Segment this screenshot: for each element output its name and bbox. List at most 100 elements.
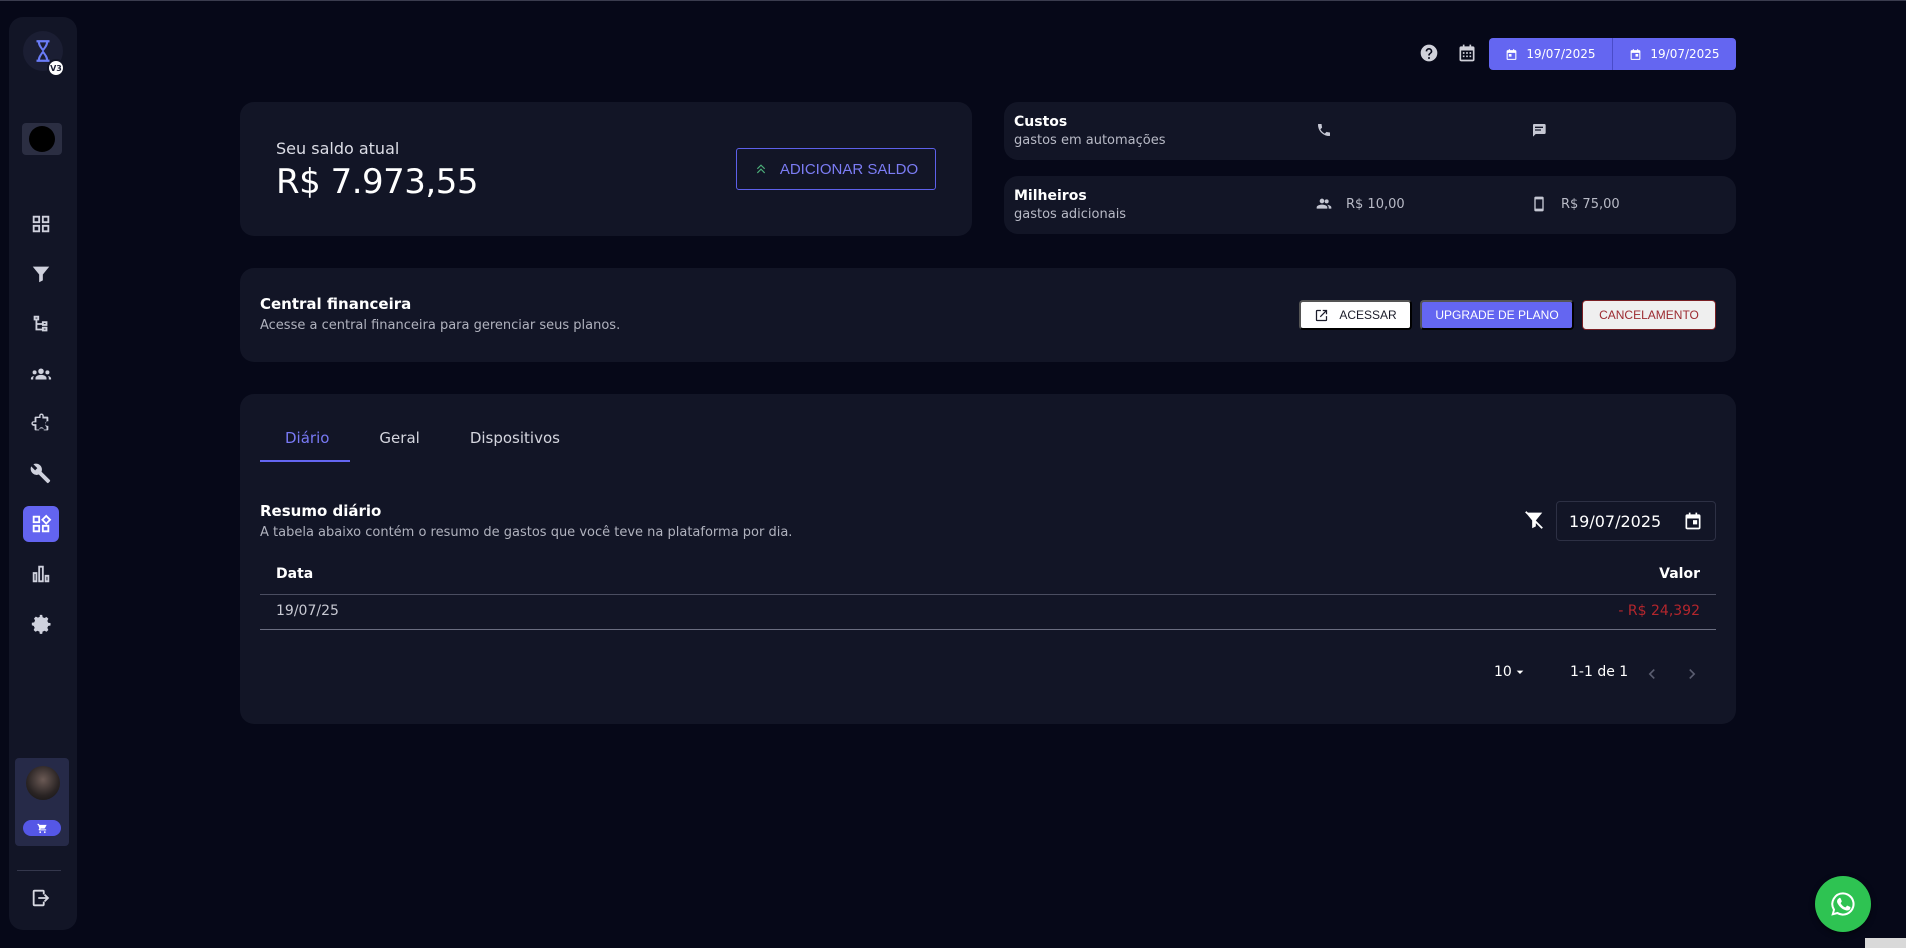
extension-icon [31,413,49,431]
tab-devices[interactable]: Dispositivos [445,428,585,456]
settings-icon [31,614,51,634]
active-tab-indicator [260,460,350,462]
date-end-label: 19/07/2025 [1650,47,1720,61]
balance-value: R$ 7.973,55 [276,162,478,202]
dashboard-icon [32,215,50,233]
caret-down-icon [1516,670,1524,674]
nav-reports[interactable] [23,556,59,592]
message-icon [1532,124,1546,137]
cart-icon [36,823,47,833]
sidebar-divider [17,870,61,871]
workspace-switcher[interactable] [22,123,62,155]
date-start-button[interactable]: 19/07/2025 [1489,38,1612,70]
table-header: Data Valor [260,554,1716,595]
next-page-button[interactable] [1682,664,1702,684]
people-icon [1316,198,1332,209]
expenses-card: Diário Geral Dispositivos Resumo diário … [240,394,1736,724]
rows-per-page-value: 10 [1494,664,1512,680]
bar-chart-icon [32,565,50,583]
filter-off-icon [1525,511,1543,529]
access-button[interactable]: ACESSAR [1299,300,1412,330]
user-profile[interactable] [15,758,69,846]
upgrade-plan-button[interactable]: UPGRADE DE PLANO [1420,300,1574,330]
row-value: - R$ 24,392 [1618,603,1700,619]
clear-filter-button[interactable] [1522,508,1546,532]
whatsapp-button[interactable] [1815,876,1871,932]
corner-tab [1865,938,1906,948]
chevron-left-icon [1648,669,1655,679]
date-filter-input[interactable]: 19/07/2025 [1556,501,1716,541]
date-range-picker: 19/07/2025 19/07/2025 [1489,38,1736,70]
costs-card: Custos gastos em automações [1004,102,1736,160]
milheiros-devices: R$ 75,00 [1531,196,1620,212]
finance-title: Central financeira [260,295,412,313]
nav-flows[interactable] [23,306,59,342]
milheiros-devices-value: R$ 75,00 [1561,196,1620,212]
nav-settings[interactable] [23,606,59,642]
smartphone-icon [1534,196,1544,212]
costs-messages [1531,122,1561,138]
event-icon [1631,48,1641,60]
version-badge: V3 [47,59,65,77]
nav-tools[interactable] [23,456,59,492]
date-end-button[interactable]: 19/07/2025 [1612,38,1736,70]
workspace-logo [29,126,55,152]
build-icon [30,463,51,484]
filter-icon [32,266,50,283]
sidebar: V3 [9,17,77,930]
rows-per-page-select[interactable]: 10 [1494,664,1528,680]
milheiros-contacts-value: R$ 10,00 [1346,196,1405,212]
nav-integrations[interactable] [23,406,59,442]
milheiros-title: Milheiros [1014,188,1087,204]
phone-icon [1318,124,1330,136]
balance-card: Seu saldo atual R$ 7.973,55 ADICIONAR SA… [240,102,972,236]
costs-calls [1316,122,1346,138]
tab-general[interactable]: Geral [354,428,444,456]
milheiros-card: Milheiros gastos adicionais R$ 10,00 R$ … [1004,176,1736,234]
nav-funnels[interactable] [23,256,59,292]
calendar-icon [1459,44,1475,62]
column-header-date[interactable]: Data [276,566,313,582]
date-start-label: 19/07/2025 [1526,47,1596,61]
nav-financial[interactable] [23,506,59,542]
calendar-button[interactable] [1456,42,1478,64]
date-filter-value: 19/07/2025 [1569,511,1662,531]
tab-daily[interactable]: Diário [260,428,354,456]
groups-icon [30,368,52,380]
cancel-plan-button[interactable]: CANCELAMENTO [1582,300,1716,330]
window-top-border [0,0,1906,1]
milheiros-subtitle: gastos adicionais [1014,207,1127,222]
row-date: 19/07/25 [276,603,339,619]
prev-page-button[interactable] [1642,664,1662,684]
summary-subtitle: A tabela abaixo contém o resumo de gasto… [260,525,793,540]
event-icon [1507,48,1517,60]
chevron-right-icon [1689,669,1696,679]
flow-icon [33,315,48,332]
open-in-new-icon [1316,309,1328,321]
costs-title: Custos [1014,114,1068,130]
logout-button[interactable] [28,885,54,911]
summary-title: Resumo diário [260,502,382,520]
help-icon [1420,44,1438,62]
logout-icon [32,889,50,907]
tabs: Diário Geral Dispositivos [260,428,585,456]
column-header-value[interactable]: Valor [1659,566,1700,582]
page-info: 1-1 de 1 [1570,664,1629,680]
finance-subtitle: Acesse a central financeira para gerenci… [260,318,621,333]
table-row: 19/07/25 - R$ 24,392 [260,595,1716,630]
whatsapp-icon [1831,892,1855,916]
milheiros-contacts: R$ 10,00 [1316,196,1405,212]
finance-center-card: Central financeira Acesse a central fina… [240,268,1736,362]
balance-label: Seu saldo atual [276,139,400,158]
double-chevron-up-icon [756,164,765,174]
widgets-icon [32,514,52,533]
help-button[interactable] [1418,42,1440,64]
add-balance-button[interactable]: ADICIONAR SALDO [736,148,936,190]
nav-contacts[interactable] [23,356,59,392]
event-icon[interactable] [1683,511,1703,531]
costs-subtitle: gastos em automações [1014,133,1166,148]
access-label: ACESSAR [1339,308,1397,322]
cart-button[interactable] [23,820,61,836]
nav-dashboard[interactable] [23,206,59,242]
avatar[interactable] [26,766,60,800]
